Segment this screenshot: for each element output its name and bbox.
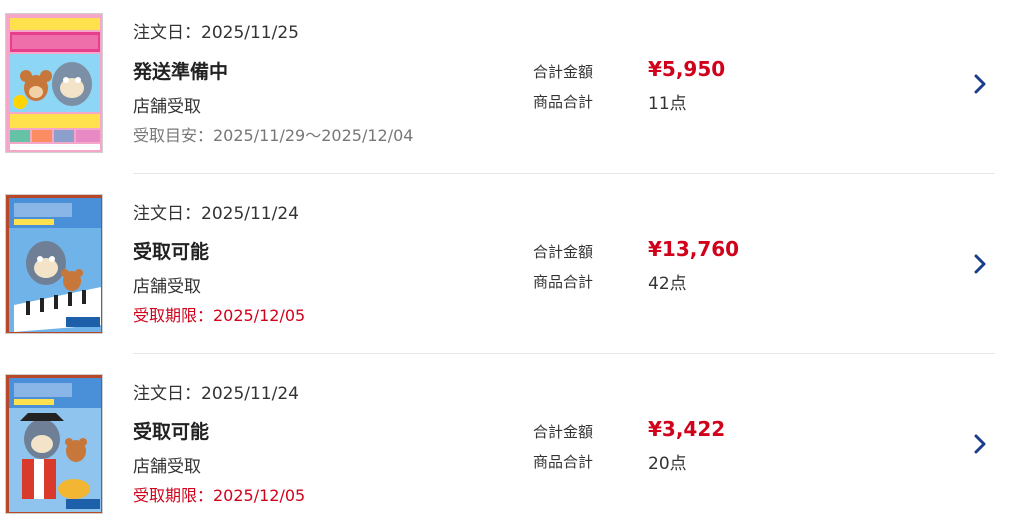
item-count-label: 商品合計 — [533, 453, 594, 471]
order-date: 注文日：2025/11/25 — [133, 23, 299, 43]
pickup-method: 店舗受取 — [133, 97, 201, 117]
total-amount-value: ¥13,760 — [648, 237, 740, 261]
item-count-value: 20点 — [648, 454, 687, 474]
total-amount-label: 合計金額 — [533, 423, 594, 441]
item-count-value: 11点 — [648, 94, 687, 114]
divider — [133, 353, 995, 354]
total-amount-value: ¥3,422 — [648, 417, 726, 441]
total-amount-label: 合計金額 — [533, 243, 594, 261]
order-row[interactable]: 注文日：2025/11/24 受取可能 店舗受取 受取期限：2025/12/05… — [0, 360, 1021, 525]
item-count-value: 42点 — [648, 274, 687, 294]
total-amount-label: 合計金額 — [533, 63, 594, 81]
chevron-right-icon[interactable] — [970, 252, 990, 276]
pickup-method: 店舗受取 — [133, 277, 201, 297]
order-date: 注文日：2025/11/24 — [133, 384, 299, 404]
item-count-label: 商品合計 — [533, 93, 594, 111]
order-date: 注文日：2025/11/24 — [133, 204, 299, 224]
chevron-right-icon[interactable] — [970, 72, 990, 96]
order-list: 注文日：2025/11/25 発送準備中 店舗受取 受取目安：2025/11/2… — [0, 0, 1021, 525]
tom-and-jerry-dvd-cover-icon — [6, 195, 102, 333]
product-thumbnail[interactable] — [5, 194, 103, 334]
chevron-right-icon[interactable] — [970, 432, 990, 456]
pickup-method: 店舗受取 — [133, 457, 201, 477]
product-thumbnail[interactable] — [5, 13, 103, 153]
order-status: 受取可能 — [133, 421, 210, 443]
tom-and-jerry-dvd-cover-icon — [6, 14, 102, 152]
item-count-label: 商品合計 — [533, 273, 594, 291]
pickup-deadline: 受取期限：2025/12/05 — [133, 306, 306, 325]
product-thumbnail[interactable] — [5, 374, 103, 514]
pickup-deadline: 受取期限：2025/12/05 — [133, 486, 306, 505]
order-status: 受取可能 — [133, 241, 210, 263]
order-row[interactable]: 注文日：2025/11/25 発送準備中 店舗受取 受取目安：2025/11/2… — [0, 0, 1021, 180]
pickup-estimate: 受取目安：2025/11/29～2025/12/04 — [133, 126, 414, 145]
order-row[interactable]: 注文日：2025/11/24 受取可能 店舗受取 受取期限：2025/12/05… — [0, 180, 1021, 360]
order-status: 発送準備中 — [133, 61, 229, 83]
divider — [133, 173, 995, 174]
total-amount-value: ¥5,950 — [648, 57, 726, 81]
tom-and-jerry-dvd-cover-icon — [6, 375, 102, 513]
